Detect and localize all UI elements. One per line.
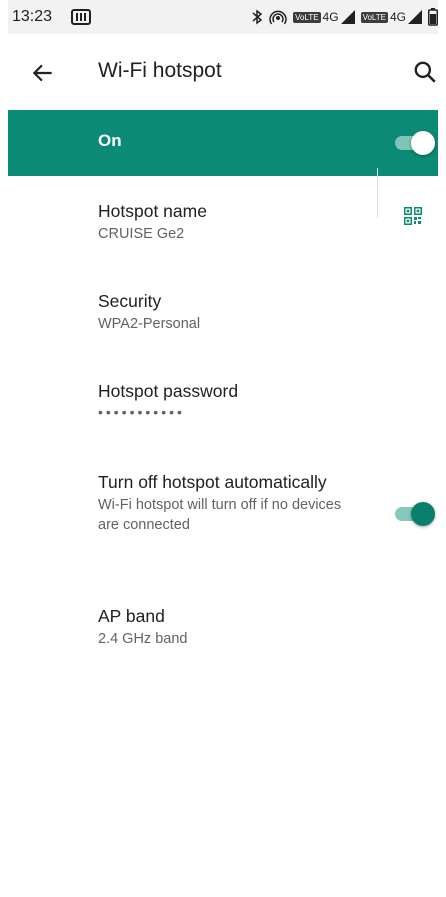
security-title: Security [98, 291, 162, 311]
auto-off-summary: Wi-Fi hotspot will turn off if no device… [98, 497, 342, 533]
hotspot-name-value: CRUISE Ge2 [98, 226, 185, 242]
security-pref[interactable]: Security WPA2-Personal [98, 290, 368, 334]
page-title: Wi-Fi hotspot [98, 59, 222, 82]
master-switch-bar[interactable]: On [8, 110, 438, 176]
network-indicator-2: VoLTE 4G [360, 10, 422, 24]
battery-icon [428, 8, 438, 26]
hotspot-name-title: Hotspot name [98, 201, 207, 221]
bluetooth-icon [252, 9, 263, 25]
search-icon[interactable] [412, 58, 438, 86]
auto-off-toggle[interactable] [393, 500, 437, 528]
auto-off-title: Turn off hotspot automatically [98, 472, 327, 492]
status-bar: 13:23 VoLTE 4G VoLTE 4G [8, 0, 438, 34]
hotspot-name-pref[interactable]: Hotspot name CRUISE Ge2 [98, 200, 368, 244]
switch-thumb [411, 502, 435, 526]
volte-badge: VoLTE [360, 11, 388, 23]
volte-badge: VoLTE [293, 11, 321, 23]
app-bar: Wi-Fi hotspot [8, 34, 438, 110]
sim-card-icon [71, 9, 91, 25]
switch-thumb [411, 131, 435, 155]
hotspot-password-value: ••••••••••• [98, 404, 185, 420]
status-time: 13:23 [12, 8, 53, 25]
status-icons: VoLTE 4G VoLTE 4G [251, 7, 438, 27]
hotspot-icon [269, 10, 287, 25]
signal-icon [408, 10, 422, 24]
security-value: WPA2-Personal [98, 316, 201, 332]
network-type: 4G [322, 10, 339, 24]
network-indicator-1: VoLTE 4G [293, 10, 355, 24]
ap-band-pref[interactable]: AP band 2.4 GHz band [98, 605, 368, 649]
auto-off-pref[interactable]: Turn off hotspot automatically Wi-Fi hot… [98, 471, 348, 535]
hotspot-password-title: Hotspot password [98, 381, 239, 401]
screen: 13:23 VoLTE 4G VoLTE 4G Wi-Fi hotspot On… [8, 0, 438, 897]
master-switch-label: On [98, 131, 122, 150]
ap-band-value: 2.4 GHz band [98, 631, 188, 647]
qr-code-icon[interactable] [404, 207, 422, 225]
network-type: 4G [389, 10, 406, 24]
master-toggle[interactable] [393, 129, 437, 157]
arrow-back-icon[interactable] [30, 60, 56, 86]
divider [377, 168, 378, 218]
ap-band-title: AP band [98, 606, 165, 626]
hotspot-password-pref[interactable]: Hotspot password ••••••••••• [98, 380, 368, 420]
signal-icon [340, 10, 355, 24]
